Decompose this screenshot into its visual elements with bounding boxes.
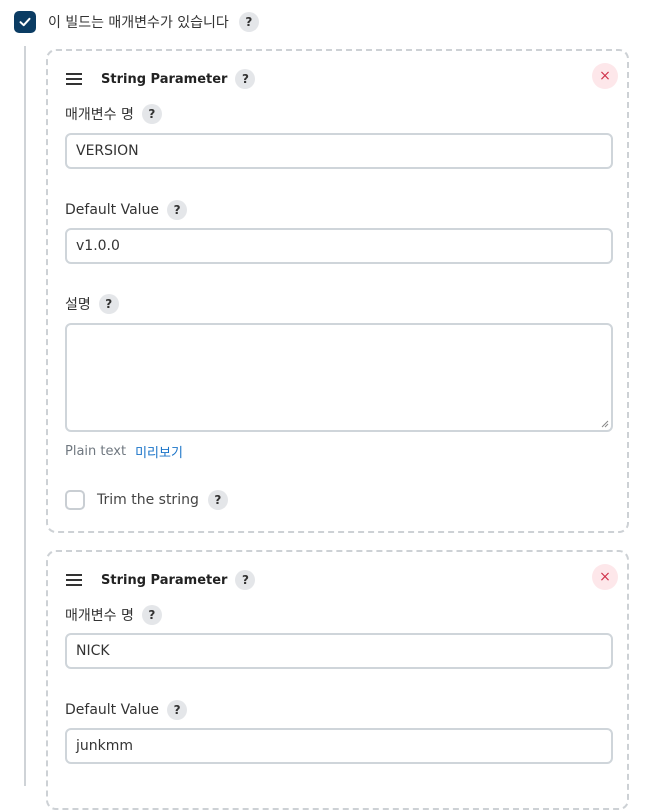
drag-handle-icon[interactable] [66,574,82,586]
default-value-input[interactable]: v1.0.0 [65,228,613,264]
default-value-input[interactable]: junkmm [65,728,613,764]
checkmark-icon [19,17,31,27]
preview-link[interactable]: 미리보기 [135,442,183,461]
default-value-label-row: Default Value ? [65,200,188,220]
delete-parameter-button[interactable]: × [592,63,618,89]
trim-string-row: Trim the string ? [65,490,228,510]
preview-row: Plain text 미리보기 [65,442,183,461]
description-textarea[interactable] [65,323,613,432]
drag-handle-icon[interactable] [66,73,82,85]
parameter-type-title: String Parameter [101,71,228,87]
param-name-label-row: 매개변수 명 ? [65,104,162,124]
help-icon[interactable]: ? [167,200,188,220]
help-icon[interactable]: ? [235,69,256,89]
trim-string-label: Trim the string [97,492,199,508]
default-value-label: Default Value [65,702,160,718]
help-icon[interactable]: ? [141,605,162,625]
has-parameters-checkbox[interactable] [14,11,36,33]
resize-grip-icon[interactable] [601,420,609,428]
card-header: String Parameter ? [66,570,256,590]
param-name-input[interactable]: NICK [65,633,613,669]
param-name-label: 매개변수 명 [65,107,134,123]
description-label: 설명 [65,297,91,313]
has-parameters-row: 이 빌드는 매개변수가 있습니다 ? [14,11,259,33]
section-indent-line [24,46,26,786]
default-value-label: Default Value [65,202,160,218]
string-parameter-card: String Parameter ? × 매개변수 명 ? NICK Defau… [46,550,629,810]
param-name-label-row: 매개변수 명 ? [65,605,162,625]
trim-string-checkbox[interactable] [65,490,85,510]
parameter-type-title: String Parameter [101,572,228,588]
default-value-label-row: Default Value ? [65,700,188,720]
help-icon[interactable]: ? [141,104,162,124]
param-name-input[interactable]: VERSION [65,133,613,169]
delete-parameter-button[interactable]: × [592,564,618,590]
description-label-row: 설명 ? [65,294,119,314]
plain-text-label: Plain text [65,444,127,459]
help-icon[interactable]: ? [207,490,228,510]
card-header: String Parameter ? [66,69,256,89]
string-parameter-card: String Parameter ? × 매개변수 명 ? VERSION De… [46,49,629,533]
has-parameters-label: 이 빌드는 매개변수가 있습니다 [48,15,229,31]
help-icon[interactable]: ? [235,570,256,590]
help-icon[interactable]: ? [238,12,259,32]
help-icon[interactable]: ? [98,294,119,314]
param-name-label: 매개변수 명 [65,608,134,624]
help-icon[interactable]: ? [167,700,188,720]
